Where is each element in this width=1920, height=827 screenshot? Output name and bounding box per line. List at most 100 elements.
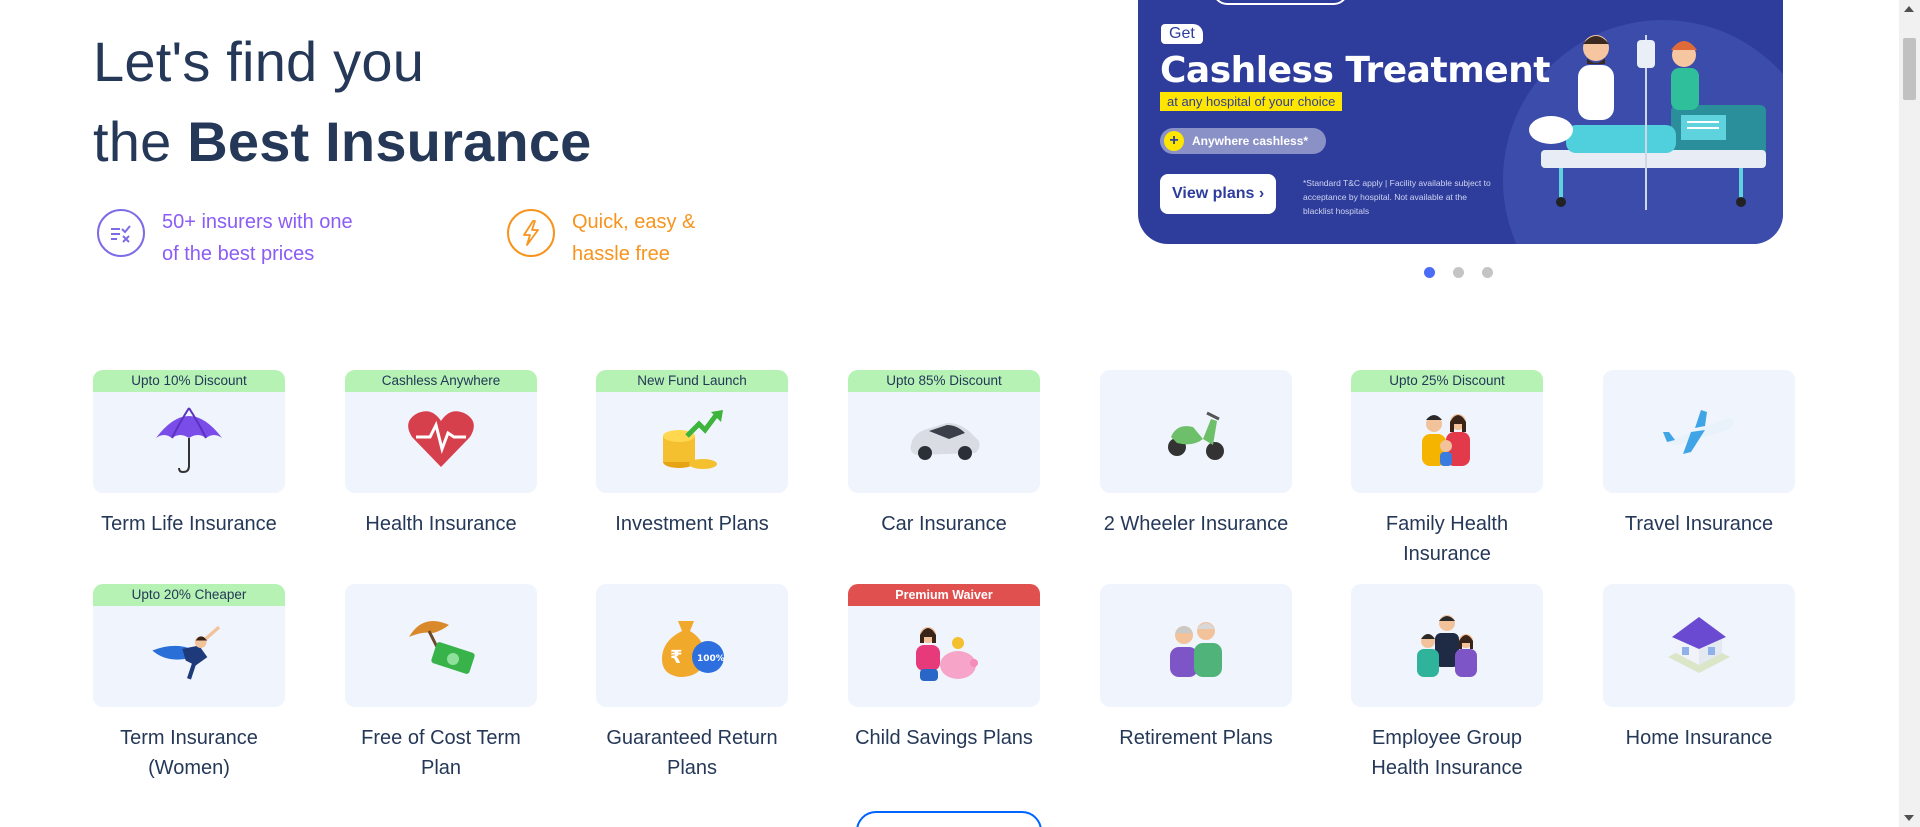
carousel-dots [1424, 267, 1493, 278]
svg-text:100%: 100% [697, 654, 725, 664]
hospital-bed-illustration [1529, 35, 1766, 210]
product-card[interactable] [1603, 370, 1795, 493]
svg-text:₹: ₹ [670, 647, 683, 668]
premium-waiver-badge: Premium Waiver [848, 584, 1040, 606]
usp-quick-line-1: Quick, easy & [572, 211, 696, 233]
product-card[interactable] [1100, 370, 1292, 493]
product-card[interactable]: ₹ 100% [596, 584, 788, 707]
product-name: Car Insurance [881, 513, 1007, 535]
product-card[interactable]: New Fund Launch [596, 370, 788, 493]
product-name: Term Life Insurance [101, 513, 277, 535]
product-card[interactable]: Upto 25% Discount [1351, 370, 1543, 493]
usp-quick-line-2: hassle free [572, 243, 670, 265]
product-family-health[interactable]: Upto 25% Discount Family Health Insuranc… [1351, 370, 1543, 569]
carousel-dot-2[interactable] [1453, 267, 1464, 278]
product-name: Employee Group Health Insurance [1371, 727, 1523, 779]
hero-line-2-bold: Best Insurance [187, 110, 592, 173]
piggy-bank-icon [904, 613, 984, 693]
product-term-women[interactable]: Upto 20% Cheaper Term Insurance (Women) [93, 584, 285, 783]
car-icon [904, 399, 984, 479]
product-name: Term Insurance (Women) [120, 727, 258, 779]
product-card[interactable] [1603, 584, 1795, 707]
product-term-life[interactable]: Upto 10% Discount Term Life Insurance [93, 370, 285, 539]
banner-disclaimer: *Standard T&C apply | Facility available… [1303, 178, 1491, 216]
banner-subline: at any hospital of your choice [1160, 92, 1343, 111]
discount-badge: New Fund Launch [596, 370, 788, 392]
product-name: Guaranteed Return Plans [606, 727, 778, 779]
product-name: 2 Wheeler Insurance [1103, 513, 1289, 535]
product-name: Retirement Plans [1119, 727, 1273, 749]
heart-pulse-icon [401, 399, 481, 479]
product-card[interactable]: Upto 10% Discount [93, 370, 285, 493]
carousel-dot-1[interactable] [1424, 267, 1435, 278]
discount-badge: Upto 85% Discount [848, 370, 1040, 392]
product-card[interactable]: Premium Waiver [848, 584, 1040, 707]
product-card[interactable]: Upto 20% Cheaper [93, 584, 285, 707]
employees-icon [1407, 606, 1487, 686]
usp-insurers: 50+ insurers with one of the best prices [97, 206, 353, 270]
airplane-icon [1659, 392, 1739, 472]
product-card[interactable]: Cashless Anywhere [345, 370, 537, 493]
banner-top-button[interactable] [1213, 0, 1348, 5]
carousel-dot-3[interactable] [1482, 267, 1493, 278]
discount-badge: Upto 20% Cheaper [93, 584, 285, 606]
product-car[interactable]: Upto 85% Discount Car Insurance [848, 370, 1040, 539]
view-all-products-button[interactable] [856, 811, 1042, 827]
product-two-wheeler[interactable]: 2 Wheeler Insurance [1100, 370, 1292, 539]
product-employee-group[interactable]: Employee Group Health Insurance [1351, 584, 1543, 783]
usp-quick-text: Quick, easy & hassle free [572, 206, 695, 270]
hero-line-1: Let's find you [93, 30, 425, 93]
banner-headline: Cashless Treatment [1160, 50, 1550, 91]
scrollbar-thumb[interactable] [1903, 38, 1916, 100]
product-travel[interactable]: Travel Insurance [1603, 370, 1795, 539]
discount-badge: Upto 25% Discount [1351, 370, 1543, 392]
lightning-icon [507, 209, 555, 257]
product-name: Free of Cost Term Plan [361, 727, 521, 779]
plus-icon: + [1164, 131, 1184, 151]
coins-growth-icon [652, 399, 732, 479]
family-icon [1407, 399, 1487, 479]
product-free-term[interactable]: Free of Cost Term Plan [345, 584, 537, 783]
product-retirement[interactable]: Retirement Plans [1100, 584, 1292, 753]
usp-insurers-text: 50+ insurers with one of the best prices [162, 206, 353, 270]
product-home[interactable]: Home Insurance [1603, 584, 1795, 753]
promo-banner[interactable]: Get Cashless Treatment at any hospital o… [1138, 0, 1783, 244]
product-investment[interactable]: New Fund Launch Investment Plans [596, 370, 788, 539]
usp-insurers-line-1: 50+ insurers with one [162, 211, 353, 233]
umbrella-icon [149, 399, 229, 479]
banner-tag: Get [1161, 24, 1203, 44]
product-guaranteed-return[interactable]: ₹ 100% Guaranteed Return Plans [596, 584, 788, 783]
product-name: Investment Plans [615, 513, 769, 535]
umbrella-money-icon [401, 606, 481, 686]
compare-icon [97, 209, 145, 257]
product-card[interactable] [1351, 584, 1543, 707]
discount-badge: Upto 10% Discount [93, 370, 285, 392]
product-name: Home Insurance [1625, 727, 1773, 749]
product-name: Family Health Insurance [1385, 513, 1509, 565]
hero-title: Let's find you the Best Insurance [93, 22, 592, 182]
hero-line-2-prefix: the [93, 110, 172, 173]
product-name: Travel Insurance [1624, 513, 1774, 535]
superwoman-icon [149, 613, 229, 693]
product-health[interactable]: Cashless Anywhere Health Insurance [345, 370, 537, 539]
product-card[interactable] [1100, 584, 1292, 707]
hero-line-2: the Best Insurance [93, 102, 592, 182]
view-plans-button[interactable]: View plans › [1160, 174, 1277, 214]
banner-pill: + Anywhere cashless* [1160, 128, 1327, 154]
page-scrollbar[interactable] [1899, 0, 1920, 827]
product-card[interactable] [345, 584, 537, 707]
scroll-up-arrow-icon[interactable] [1904, 6, 1914, 12]
product-name: Health Insurance [365, 513, 517, 535]
elderly-couple-icon [1156, 606, 1236, 686]
usp-insurers-line-2: of the best prices [162, 243, 315, 265]
scroll-down-arrow-icon[interactable] [1904, 815, 1914, 821]
product-card[interactable]: Upto 85% Discount [848, 370, 1040, 493]
usp-quick: Quick, easy & hassle free [507, 206, 695, 270]
discount-badge: Cashless Anywhere [345, 370, 537, 392]
banner-pill-label: Anywhere cashless* [1192, 134, 1309, 148]
money-bag-icon: ₹ 100% [652, 606, 732, 686]
house-icon [1659, 606, 1739, 686]
scooter-icon [1156, 392, 1236, 472]
product-child-savings[interactable]: Premium Waiver Child Savings Plans [848, 584, 1040, 753]
product-name: Child Savings Plans [855, 727, 1033, 749]
